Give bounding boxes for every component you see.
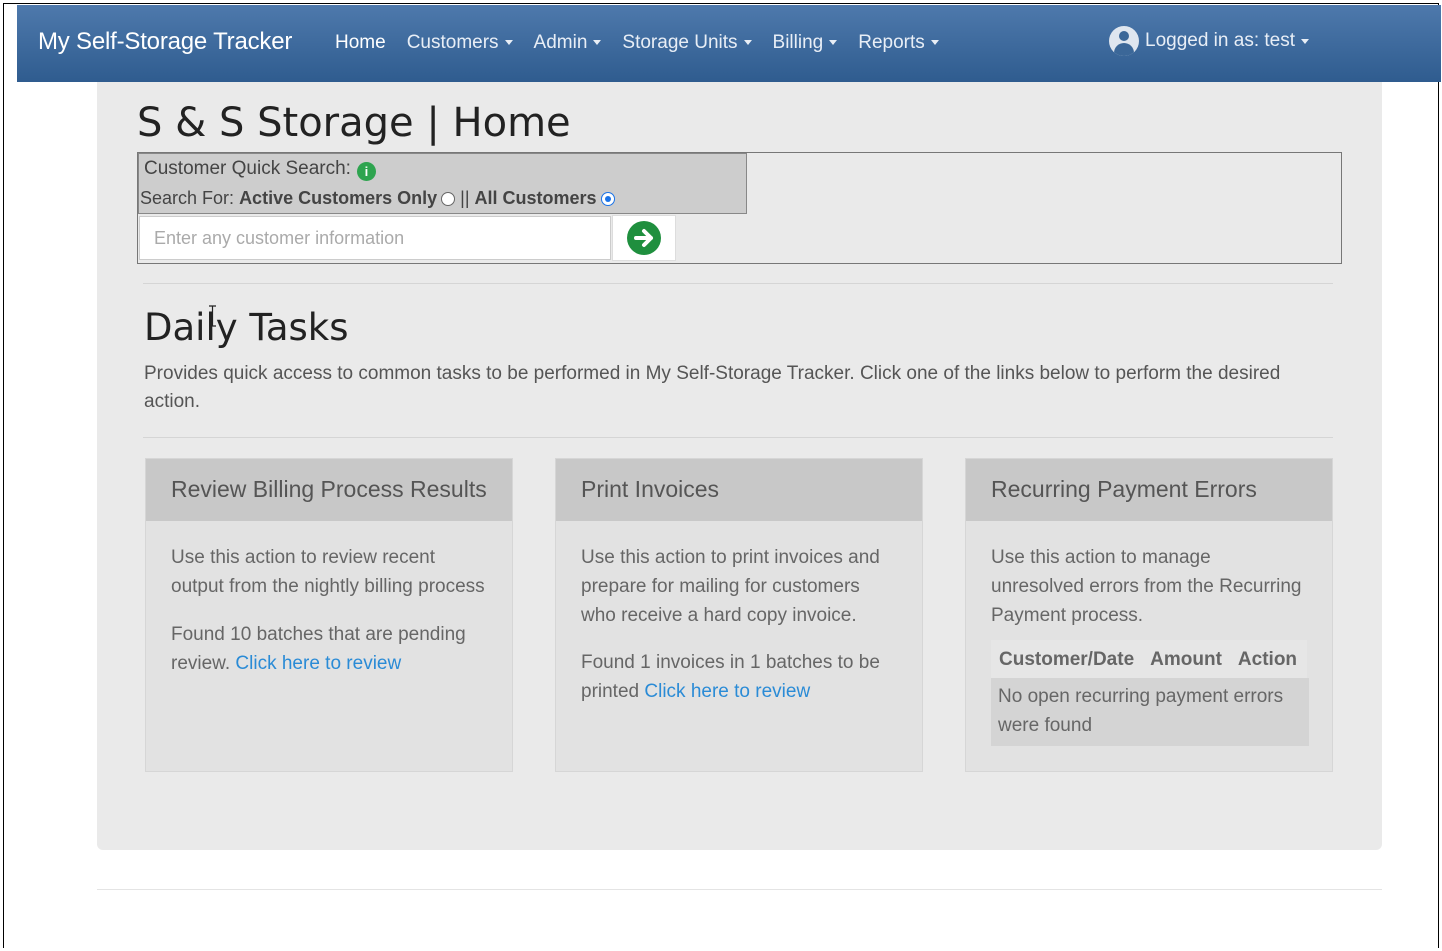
search-for-label: Search For: [140,188,235,208]
page-title: S & S Storage | Home [137,100,571,146]
card-status: Found 1 invoices in 1 batches to be prin… [581,648,897,706]
nav-item-billing-label: Billing [772,32,824,53]
top-navbar: My Self-Storage Tracker Home Customers A… [17,5,1441,82]
review-billing-link[interactable]: Click here to review [235,653,401,674]
divider [143,437,1333,438]
caret-down-icon [504,40,513,46]
billing-results-card: Review Billing Process Results Use this … [145,458,513,772]
card-body: Use this action to manage unresolved err… [966,521,1332,746]
table-header: Customer/Date Amount Action [991,640,1307,678]
card-description: Use this action to print invoices and pr… [581,547,880,626]
active-customers-radio[interactable] [441,192,456,206]
main-content: S & S Storage | Home Customer Quick Sear… [97,82,1382,850]
nav-item-customers[interactable]: Customers [407,32,513,54]
footer-divider [97,889,1382,890]
all-customers-label[interactable]: All Customers [475,188,597,208]
nav-menu: Home Customers Admin Storage Units Billi… [335,32,960,54]
nav-item-home-label: Home [335,32,386,53]
caret-down-icon [593,40,602,46]
search-scope-row: Search For: Active Customers Only || All… [140,188,615,209]
daily-tasks-title: Daily Tasks [144,306,349,349]
card-body: Use this action to review recent output … [146,521,512,678]
brand-link[interactable]: My Self-Storage Tracker [38,28,292,56]
card-title: Review Billing Process Results [146,459,512,521]
daily-tasks-description: Provides quick access to common tasks to… [144,363,1281,412]
quick-search-label: Customer Quick Search: [144,158,351,179]
card-status: Found 10 batches that are pending review… [171,620,487,678]
user-menu[interactable]: Logged in as: test [1109,26,1309,56]
caret-down-icon [1301,38,1309,44]
nav-item-home[interactable]: Home [335,32,386,54]
recurring-errors-card: Recurring Payment Errors Use this action… [965,458,1333,772]
search-go-button[interactable] [612,215,676,261]
card-description: Use this action to review recent output … [171,547,485,597]
card-body: Use this action to print invoices and pr… [556,521,922,706]
divider [143,283,1333,284]
caret-down-icon [829,40,838,46]
nav-item-storage-units-label: Storage Units [622,32,738,53]
quick-search-header: Customer Quick Search: i Search For: Acti… [138,153,747,214]
user-avatar-icon [1109,26,1139,56]
quick-search-panel: Customer Quick Search: i Search For: Acti… [137,152,1342,264]
nav-item-admin-label: Admin [533,32,588,53]
column-header: Customer/Date [999,648,1135,670]
nav-item-storage-units[interactable]: Storage Units [622,32,752,54]
nav-item-billing[interactable]: Billing [773,32,838,54]
nav-item-reports-label: Reports [858,32,925,53]
customer-search-input[interactable] [139,216,611,260]
review-invoices-link[interactable]: Click here to review [644,681,810,702]
nav-item-admin[interactable]: Admin [534,32,602,54]
column-header: Action [1237,648,1298,670]
user-menu-label: Logged in as: test [1145,30,1295,51]
card-title: Recurring Payment Errors [966,459,1332,521]
all-customers-radio[interactable] [600,192,615,206]
print-invoices-card: Print Invoices Use this action to print … [555,458,923,772]
active-customers-label[interactable]: Active Customers Only [239,188,437,208]
column-header: Amount [1150,648,1222,670]
recurring-errors-table: Customer/Date Amount Action No open recu… [991,640,1309,746]
scope-separator: || [460,188,470,208]
nav-item-reports[interactable]: Reports [858,32,939,54]
arrow-right-circle-icon [627,221,661,255]
info-icon[interactable]: i [356,162,376,181]
quick-search-label-row: Customer Quick Search: i [144,158,376,181]
text-cursor-icon [209,305,216,327]
table-empty-row: No open recurring payment errors were fo… [991,678,1309,746]
caret-down-icon [743,40,752,46]
card-title: Print Invoices [556,459,922,521]
nav-item-customers-label: Customers [406,32,499,53]
caret-down-icon [930,40,939,46]
card-description: Use this action to manage unresolved err… [991,547,1302,626]
